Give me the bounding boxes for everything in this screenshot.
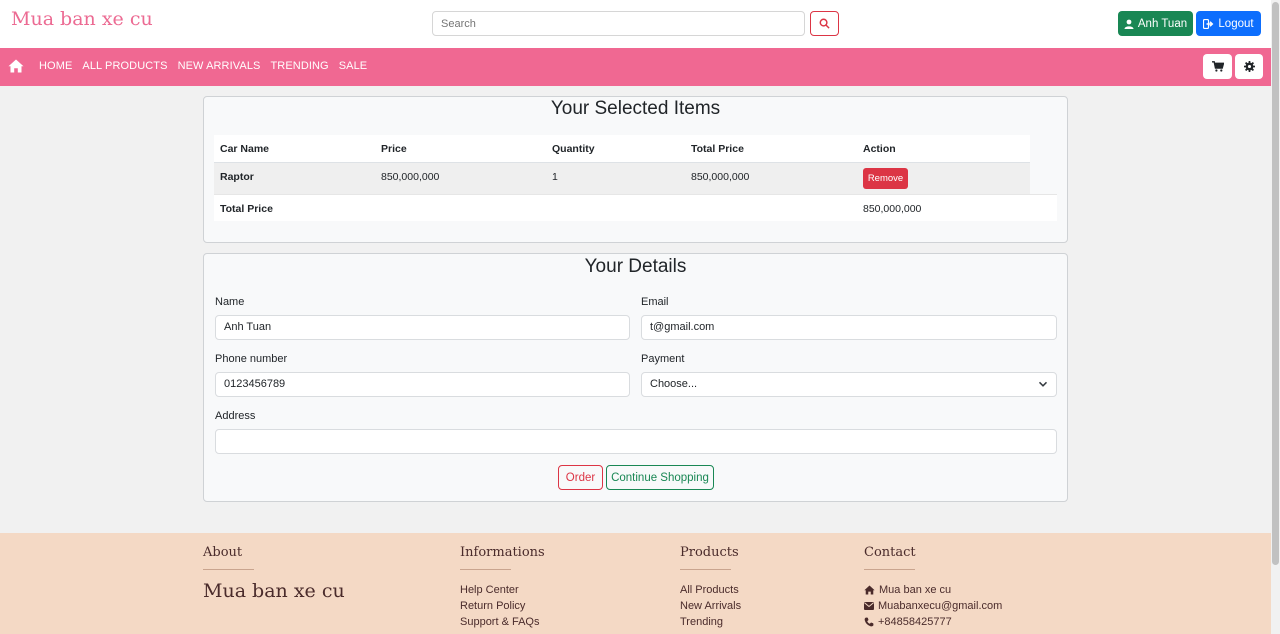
- phone-icon: [864, 617, 874, 627]
- row-quantity: 1: [552, 171, 558, 183]
- page-scrollbar[interactable]: [1271, 0, 1280, 634]
- footer-link-support-faqs[interactable]: Support & FAQs: [460, 614, 545, 630]
- footer-informations: Informations Help Center Return Policy S…: [460, 545, 545, 630]
- chevron-down-icon: [1038, 381, 1048, 387]
- details-card: Your Details Name Anh Tuan Email t@gmail…: [203, 253, 1068, 502]
- footer-link-return-policy[interactable]: Return Policy: [460, 598, 545, 614]
- column-header-quantity: Quantity: [552, 143, 595, 155]
- footer-products: Products All Products New Arrivals Trend…: [680, 545, 741, 630]
- total-price-value: 850,000,000: [863, 203, 922, 215]
- brand-logo[interactable]: Mua ban xe cu: [11, 8, 153, 30]
- footer-divider: [203, 569, 254, 570]
- user-account-button[interactable]: Anh Tuan: [1118, 11, 1193, 36]
- logout-icon: [1203, 18, 1214, 29]
- nav-link-trending[interactable]: TRENDING: [270, 60, 328, 72]
- footer-link-help-center[interactable]: Help Center: [460, 582, 545, 598]
- selected-items-title: Your Selected Items: [550, 98, 721, 119]
- home-icon[interactable]: [8, 59, 24, 73]
- payment-label: Payment: [641, 353, 685, 365]
- column-header-total-price: Total Price: [691, 143, 744, 155]
- gear-icon: [1243, 61, 1255, 72]
- contact-email[interactable]: Muabanxecu@gmail.com: [864, 598, 1002, 614]
- user-name: Anh Tuan: [1137, 17, 1188, 30]
- search-button[interactable]: [810, 11, 839, 36]
- details-title: Your Details: [584, 256, 687, 277]
- nav-link-home[interactable]: HOME: [39, 60, 72, 72]
- logout-label: Logout: [1218, 17, 1254, 30]
- contact-phone[interactable]: +84858425777: [864, 614, 1002, 630]
- nav-link-sale[interactable]: SALE: [339, 60, 368, 72]
- contact-email-text: Muabanxecu@gmail.com: [878, 600, 1003, 612]
- selected-items-card: Your Selected Items Car Name Price Quant…: [203, 96, 1068, 243]
- footer-about-title: About: [203, 545, 243, 560]
- column-header-car-name: Car Name: [220, 143, 270, 155]
- logout-button[interactable]: Logout: [1196, 11, 1261, 36]
- address-label: Address: [215, 410, 256, 422]
- search-icon: [819, 18, 830, 29]
- row-price: 850,000,000: [381, 171, 440, 183]
- cart-button[interactable]: [1203, 54, 1232, 79]
- address-field[interactable]: [215, 429, 1057, 454]
- contact-name-text: Mua ban xe cu: [879, 584, 952, 596]
- email-label: Email: [641, 296, 669, 308]
- name-label: Name: [215, 296, 245, 308]
- settings-button[interactable]: [1235, 54, 1263, 79]
- footer-divider: [460, 569, 511, 570]
- search-input[interactable]: [432, 11, 805, 36]
- column-header-price: Price: [381, 143, 407, 155]
- column-header-action: Action: [863, 143, 896, 155]
- footer-link-new-arrivals[interactable]: New Arrivals: [680, 598, 741, 614]
- footer-contact: Contact Mua ban xe cu Muabanxecu@gmail.c…: [864, 545, 1002, 630]
- main-navbar: HOME ALL PRODUCTS NEW ARRIVALS TRENDING …: [0, 48, 1271, 86]
- footer-link-trending[interactable]: Trending: [680, 614, 741, 630]
- phone-label: Phone number: [215, 353, 288, 365]
- cart-total-row: Total Price 850,000,000: [214, 194, 1057, 221]
- site-footer: About Mua ban xe cu Informations Help Ce…: [0, 533, 1271, 634]
- home-icon: [864, 585, 875, 595]
- order-button[interactable]: Order: [558, 465, 603, 490]
- footer-products-title: Products: [680, 545, 739, 560]
- user-icon: [1124, 19, 1134, 29]
- continue-shopping-button[interactable]: Continue Shopping: [606, 465, 714, 490]
- footer-brand: Mua ban xe cu: [203, 580, 345, 602]
- footer-about: About Mua ban xe cu: [203, 545, 345, 602]
- footer-divider: [864, 569, 915, 570]
- contact-phone-text: +84858425777: [878, 616, 952, 628]
- table-row: Raptor 850,000,000 1 850,000,000 Remove: [214, 162, 1030, 194]
- footer-divider: [680, 569, 731, 570]
- payment-select[interactable]: Choose...: [641, 372, 1057, 397]
- nav-link-all-products[interactable]: ALL PRODUCTS: [82, 60, 167, 72]
- footer-contact-title: Contact: [864, 545, 916, 560]
- nav-links: HOME ALL PRODUCTS NEW ARRIVALS TRENDING …: [39, 60, 367, 72]
- nav-link-new-arrivals[interactable]: NEW ARRIVALS: [178, 60, 261, 72]
- payment-selected-value: Choose...: [650, 378, 698, 390]
- footer-info-title: Informations: [460, 545, 545, 560]
- phone-field[interactable]: 0123456789: [215, 372, 630, 397]
- top-header: Mua ban xe cu Anh Tuan Logout: [0, 0, 1271, 48]
- email-field[interactable]: t@gmail.com: [641, 315, 1057, 340]
- footer-link-all-products[interactable]: All Products: [680, 582, 741, 598]
- cart-table-header: Car Name Price Quantity Total Price Acti…: [214, 135, 1030, 162]
- total-price-label: Total Price: [220, 203, 273, 215]
- row-total-price: 850,000,000: [691, 171, 750, 183]
- remove-button[interactable]: Remove: [863, 168, 908, 189]
- contact-name: Mua ban xe cu: [864, 582, 1002, 598]
- name-field[interactable]: Anh Tuan: [215, 315, 630, 340]
- row-car-name: Raptor: [220, 171, 254, 183]
- cart-icon: [1211, 61, 1224, 72]
- envelope-icon: [864, 602, 874, 610]
- scrollbar-thumb[interactable]: [1272, 2, 1279, 565]
